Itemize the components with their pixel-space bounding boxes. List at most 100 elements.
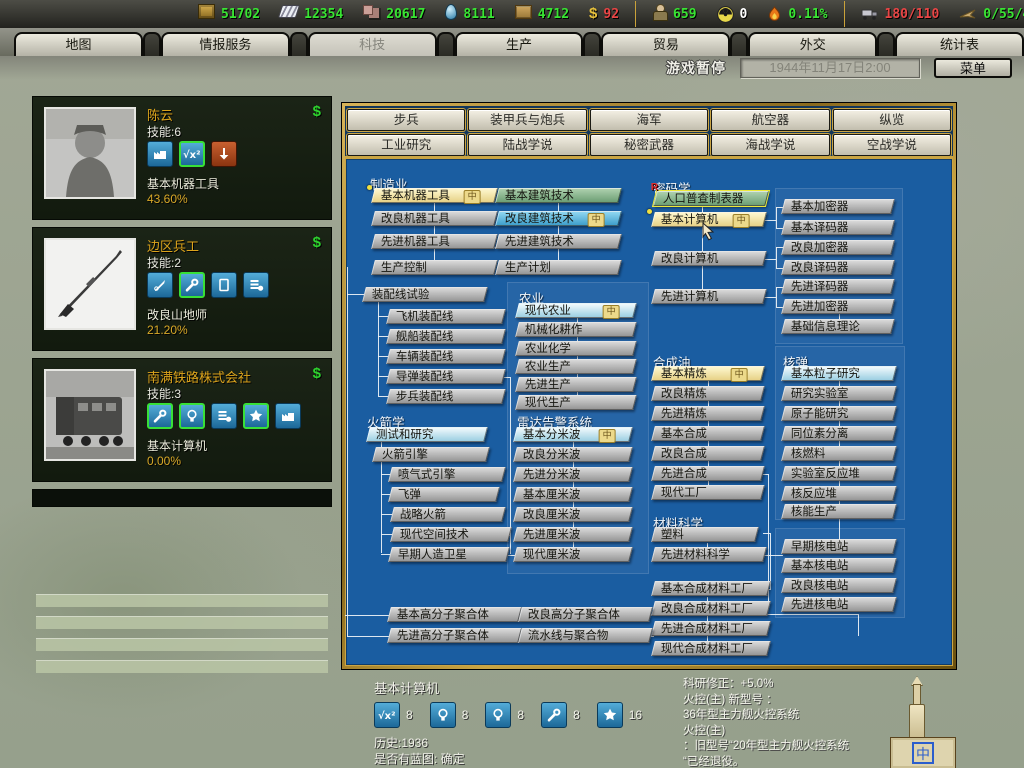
tech-item[interactable]: 装配线试验 [362,287,488,302]
tech-item[interactable]: 基本合成材料工厂 [651,581,771,596]
tech-item[interactable]: 现代农业中 [515,303,637,318]
tech-category-row2-1[interactable]: 陆战学说 [468,134,586,156]
tech-category-row1-2[interactable]: 海军 [590,109,708,131]
tech-item[interactable]: 改良合成 [651,446,765,461]
tech-item[interactable]: 现代空间技术 [390,527,512,542]
tech-item[interactable]: 早期人造卫星 [388,547,510,562]
nav-tab-2[interactable]: 科技 [308,32,437,56]
team-funding: $ [313,234,321,251]
tech-item[interactable]: 先进译码器 [781,279,895,294]
tech-item[interactable]: 改良建筑技术中 [495,211,622,226]
tech-item[interactable]: 飞弹 [388,487,500,502]
tech-item[interactable]: 改良精炼 [651,386,765,401]
tech-item[interactable]: 战略火箭 [390,507,506,522]
tech-item[interactable]: 塑料 [651,527,759,542]
tech-item[interactable]: 测试和研究 [366,427,488,442]
tech-item[interactable]: 改良加密器 [781,240,895,255]
tech-item[interactable]: 基础信息理论 [781,319,895,334]
tech-item[interactable]: 现代工厂 [651,485,765,500]
tech-item[interactable]: 改良计算机 [651,251,767,266]
tech-item[interactable]: 先进加密器 [781,299,895,314]
nav-tab-3[interactable]: 生产 [455,32,584,56]
tech-item[interactable]: 火箭引擎 [372,447,490,462]
tech-category-row1-3[interactable]: 航空器 [711,109,829,131]
tech-item[interactable]: 先进合成材料工厂 [651,621,771,636]
tech-item[interactable]: 基本机器工具中 [371,188,498,203]
tech-item[interactable]: 先进核电站 [781,597,897,612]
tech-item[interactable]: 步兵装配线 [386,389,506,404]
tech-item[interactable]: 基本高分子聚合体 [387,607,522,622]
tech-category-row1-4[interactable]: 纵览 [833,109,951,131]
tech-item[interactable]: 先进建筑技术 [495,234,622,249]
tech-item[interactable]: 基本分米波中 [513,427,633,442]
wrench-icon [147,403,173,429]
nav-tab-4[interactable]: 贸易 [601,32,730,56]
team-card-0[interactable]: 陈云技能:6√x²基本机器工具43.60%$ [33,97,331,219]
tech-item[interactable]: 生产计划 [495,260,622,275]
team-card-2[interactable]: 南满铁路株式会社技能:3基本计算机0.00%$ [33,359,331,481]
nav-tab-1[interactable]: 情报服务 [161,32,290,56]
tech-item[interactable]: 基本核电站 [781,558,897,573]
tech-item[interactable]: 改良厘米波 [513,507,633,522]
tech-item[interactable]: 现代厘米波 [513,547,633,562]
tech-item[interactable]: 流水线与聚合物 [518,628,653,643]
tech-item[interactable]: 基本译码器 [781,220,895,235]
tech-item[interactable]: 基本精炼中 [651,366,765,381]
tech-item[interactable]: 基本合成 [651,426,765,441]
tech-category-row2-3[interactable]: 海战学说 [711,134,829,156]
tech-item[interactable]: 飞机装配线 [386,309,506,324]
team-card-1[interactable]: 边区兵工技能:2改良山地师21.20%$ [33,228,331,350]
tech-item[interactable]: 先进机器工具 [371,234,498,249]
tech-item[interactable]: 实验室反应堆 [781,466,897,481]
menu-button[interactable]: 菜单 [934,58,1012,78]
tech-item[interactable]: 原子能研究 [781,406,897,421]
tech-category-row1-1[interactable]: 装甲兵与炮兵 [468,109,586,131]
tech-category-row1-0[interactable]: 步兵 [347,109,465,131]
nav-tab-0[interactable]: 地图 [14,32,143,56]
tech-item[interactable]: 喷气式引擎 [388,467,506,482]
tech-item-label: 流水线与聚合物 [521,629,650,643]
tech-item[interactable]: 改良译码器 [781,260,895,275]
tech-item[interactable]: 核燃料 [781,446,897,461]
tech-item[interactable]: 人口普查制表器R [653,191,769,206]
tech-item[interactable]: 机械化耕作 [515,322,637,337]
tech-item[interactable]: 基本粒子研究 [781,366,897,381]
nuke-icon [717,6,734,23]
tech-item[interactable]: 基本厘米波 [513,487,633,502]
tech-item[interactable]: 先进计算机 [651,289,767,304]
tech-item[interactable]: 先进精炼 [651,406,765,421]
tech-item[interactable]: 早期核电站 [781,539,897,554]
tech-item[interactable]: 现代合成材料工厂 [651,641,771,656]
tech-category-row2-4[interactable]: 空战学说 [833,134,951,156]
tech-item[interactable]: 基本加密器 [781,199,895,214]
tech-category-row2-2[interactable]: 秘密武器 [590,134,708,156]
tech-item[interactable]: 生产控制 [371,260,498,275]
tech-item[interactable]: 车辆装配线 [386,349,506,364]
tech-item[interactable]: 舰船装配线 [386,329,506,344]
resource-supplies: 4712 [515,5,569,24]
tech-item[interactable]: 改良高分子聚合体 [518,607,653,622]
tech-item[interactable]: 同位素分离 [781,426,897,441]
tech-item[interactable]: 核能生产 [781,504,897,519]
tech-item[interactable]: 核反应堆 [781,486,897,501]
tech-item[interactable]: 先进生产 [515,377,637,392]
nav-tab-5[interactable]: 外交 [748,32,877,56]
tech-item[interactable]: 先进高分子聚合体 [387,628,522,643]
tech-item[interactable]: 先进厘米波 [513,527,633,542]
research-bubble-icon: 中 [464,190,481,204]
tech-item[interactable]: 改良核电站 [781,578,897,593]
tech-item[interactable]: 改良合成材料工厂 [651,601,771,616]
tech-item[interactable]: 改良分米波 [513,447,633,462]
tech-item[interactable]: 改良机器工具 [371,211,498,226]
tech-item[interactable]: 先进合成 [651,466,765,481]
tech-category-row2-0[interactable]: 工业研究 [347,134,465,156]
tech-item[interactable]: 基本建筑技术 [495,188,622,203]
nav-tab-6[interactable]: 统计表 [895,32,1024,56]
tech-item[interactable]: 农业生产 [515,359,637,374]
tech-item[interactable]: 研究实验室 [781,386,897,401]
tech-item[interactable]: 导弹装配线 [386,369,506,384]
tech-item[interactable]: 先进分米波 [513,467,633,482]
tech-item[interactable]: 农业化学 [515,341,637,356]
tech-item[interactable]: 先进材料科学 [651,547,767,562]
tech-item[interactable]: 现代生产 [515,395,637,410]
